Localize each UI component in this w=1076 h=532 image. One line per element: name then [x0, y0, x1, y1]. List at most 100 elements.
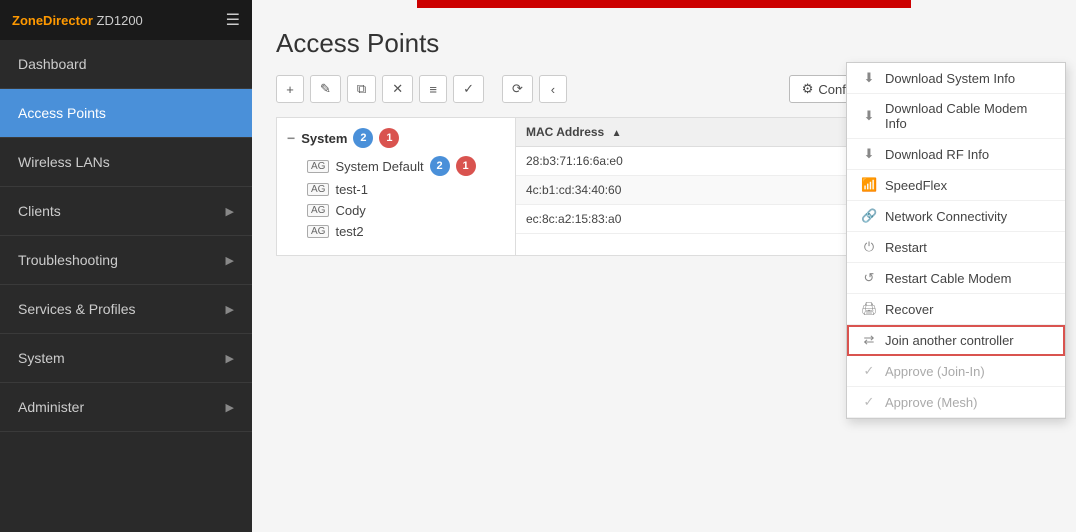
ag-tag: AG — [307, 204, 329, 217]
configure-icon: ⚙ — [802, 81, 814, 97]
restart-icon: ⏻ — [861, 239, 877, 255]
dropdown-item-label: Download Cable Modem Info — [885, 101, 1051, 131]
badge-blue: 2 — [353, 128, 373, 148]
tree-item-test2[interactable]: AG test2 — [307, 224, 505, 239]
tree-item-label: Cody — [335, 203, 365, 218]
dropdown-item-network-connectivity[interactable]: 🔗 Network Connectivity — [847, 201, 1065, 232]
dropdown-item-speedflex[interactable]: 📶 SpeedFlex — [847, 170, 1065, 201]
tree-children: AG System Default 2 1 AG test-1 AG Cody — [287, 156, 505, 239]
dropdown-item-label: Recover — [885, 302, 933, 317]
check-icon: ✓ — [861, 363, 877, 379]
tree-root: − System 2 1 — [287, 128, 505, 148]
sidebar-item-troubleshooting[interactable]: Troubleshooting ▶ — [0, 236, 252, 285]
network-icon: 🔗 — [861, 208, 877, 224]
sidebar-item-wireless-lans[interactable]: Wireless LANs — [0, 138, 252, 187]
sidebar-item-access-points[interactable]: Access Points — [0, 89, 252, 138]
top-bar-decoration — [417, 0, 911, 8]
sidebar-item-label: Access Points — [18, 105, 106, 121]
chevron-right-icon: ▶ — [226, 352, 234, 365]
dropdown-item-label: SpeedFlex — [885, 178, 947, 193]
sidebar-item-label: Troubleshooting — [18, 252, 118, 268]
back-button[interactable]: ‹ — [539, 75, 567, 103]
sidebar-item-administer[interactable]: Administer ▶ — [0, 383, 252, 432]
col-mac-address[interactable]: MAC Address ▲ — [516, 118, 870, 147]
copy-button[interactable]: ⧉ — [347, 75, 376, 103]
tree-item-cody[interactable]: AG Cody — [307, 203, 505, 218]
dropdown-item-label: Restart — [885, 240, 927, 255]
sidebar-item-label: Clients — [18, 203, 61, 219]
chevron-right-icon: ▶ — [226, 401, 234, 414]
sidebar-item-clients[interactable]: Clients ▶ — [0, 187, 252, 236]
sidebar-item-system[interactable]: System ▶ — [0, 334, 252, 383]
tree-collapse-icon[interactable]: − — [287, 130, 295, 146]
add-button[interactable]: + — [276, 75, 304, 103]
brand-model: ZD1200 — [97, 13, 143, 28]
tree-item-test1[interactable]: AG test-1 — [307, 182, 505, 197]
sidebar-item-services-profiles[interactable]: Services & Profiles ▶ — [0, 285, 252, 334]
edit-button[interactable]: ✎ — [310, 75, 341, 103]
page-title: Access Points — [276, 28, 1052, 59]
download-icon: ⬇ — [861, 108, 877, 124]
dropdown-item-approve-join-in: ✓ Approve (Join-In) — [847, 356, 1065, 387]
dropdown-item-label: Restart Cable Modem — [885, 271, 1011, 286]
sidebar-nav: Dashboard Access Points Wireless LANs Cl… — [0, 40, 252, 532]
badge-blue: 2 — [430, 156, 450, 176]
cell-mac: 4c:b1:cd:34:40:60 — [516, 176, 870, 205]
tree-root-label: System — [301, 131, 347, 146]
main-content: Access Points + ✎ ⧉ ✕ ≡ ✓ ⟳ ‹ ⚙ Configur… — [252, 0, 1076, 532]
dropdown-item-label: Approve (Mesh) — [885, 395, 977, 410]
tree-panel: − System 2 1 AG System Default 2 1 AG te… — [276, 117, 516, 256]
dropdown-item-approve-mesh: ✓ Approve (Mesh) — [847, 387, 1065, 418]
badge-red: 1 — [456, 156, 476, 176]
dropdown-item-download-cable-modem-info[interactable]: ⬇ Download Cable Modem Info — [847, 94, 1065, 139]
menu-icon[interactable]: ☰ — [226, 10, 240, 30]
ag-tag: AG — [307, 160, 329, 173]
cell-mac: ec:8c:a2:15:83:a0 — [516, 205, 870, 234]
dropdown-item-label: Download RF Info — [885, 147, 989, 162]
speedflex-icon: 📶 — [861, 177, 877, 193]
sidebar-item-label: Wireless LANs — [18, 154, 110, 170]
tree-item-label: test-1 — [335, 182, 368, 197]
download-icon: ⬇ — [861, 70, 877, 86]
recover-icon: 🖨 — [861, 301, 877, 317]
tree-item-label: test2 — [335, 224, 363, 239]
content-area: Access Points + ✎ ⧉ ✕ ≡ ✓ ⟳ ‹ ⚙ Configur… — [252, 8, 1076, 276]
chevron-right-icon: ▶ — [226, 205, 234, 218]
tree-item-system-default[interactable]: AG System Default 2 1 — [307, 156, 505, 176]
dropdown-item-join-another-controller[interactable]: ⇄ Join another controller — [847, 325, 1065, 356]
dropdown-item-download-system-info[interactable]: ⬇ Download System Info — [847, 63, 1065, 94]
sort-icon: ▲ — [612, 128, 622, 139]
delete-button[interactable]: ✕ — [382, 75, 413, 103]
dropdown-item-download-rf-info[interactable]: ⬇ Download RF Info — [847, 139, 1065, 170]
grid-button[interactable]: ≡ — [419, 75, 447, 103]
more-dropdown-menu: ⬇ Download System Info ⬇ Download Cable … — [846, 62, 1066, 419]
sidebar-item-dashboard[interactable]: Dashboard — [0, 40, 252, 89]
sidebar-item-label: Administer — [18, 399, 84, 415]
check-button[interactable]: ✓ — [453, 75, 484, 103]
dropdown-item-label: Approve (Join-In) — [885, 364, 985, 379]
refresh-button[interactable]: ⟳ — [502, 75, 533, 103]
cell-mac: 28:b3:71:16:6a:e0 — [516, 147, 870, 176]
join-controller-icon: ⇄ — [861, 332, 877, 348]
tree-item-label: System Default — [335, 159, 423, 174]
dropdown-item-restart[interactable]: ⏻ Restart — [847, 232, 1065, 263]
dropdown-item-label: Download System Info — [885, 71, 1015, 86]
sidebar: ZoneDirector ZD1200 ☰ Dashboard Access P… — [0, 0, 252, 532]
sidebar-header: ZoneDirector ZD1200 ☰ — [0, 0, 252, 40]
dropdown-item-label: Network Connectivity — [885, 209, 1007, 224]
sidebar-brand: ZoneDirector ZD1200 — [12, 13, 143, 28]
badge-red: 1 — [379, 128, 399, 148]
sidebar-item-label: Dashboard — [18, 56, 87, 72]
dropdown-item-recover[interactable]: 🖨 Recover — [847, 294, 1065, 325]
dropdown-item-restart-cable-modem[interactable]: ↺ Restart Cable Modem — [847, 263, 1065, 294]
chevron-right-icon: ▶ — [226, 303, 234, 316]
chevron-right-icon: ▶ — [226, 254, 234, 267]
dropdown-item-label: Join another controller — [885, 333, 1014, 348]
brand-name: ZoneDirector — [12, 13, 93, 28]
restart-cable-icon: ↺ — [861, 270, 877, 286]
ag-tag: AG — [307, 183, 329, 196]
download-icon: ⬇ — [861, 146, 877, 162]
check-icon: ✓ — [861, 394, 877, 410]
sidebar-item-label: Services & Profiles — [18, 301, 135, 317]
sidebar-item-label: System — [18, 350, 65, 366]
